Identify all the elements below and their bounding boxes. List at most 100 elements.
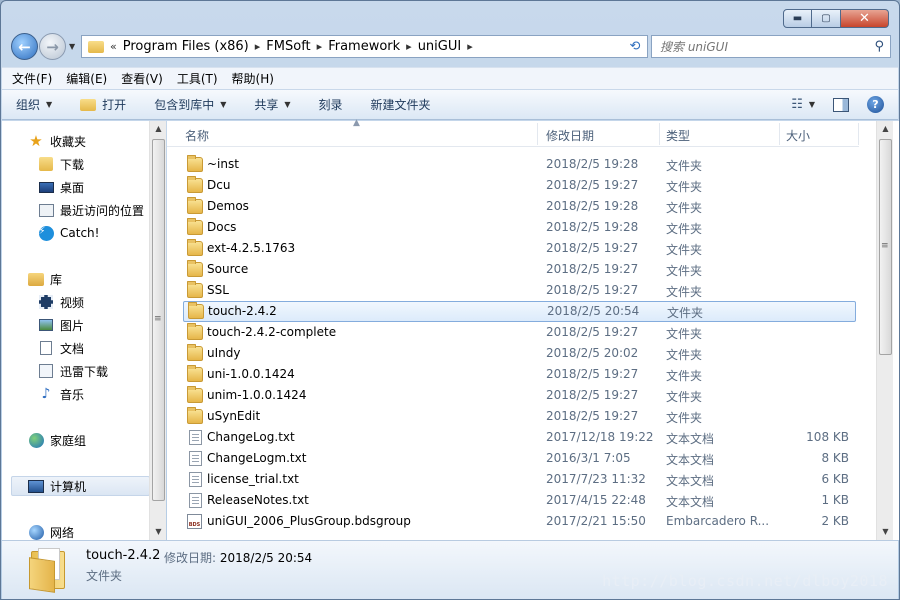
table-row[interactable]: Source 2018/2/5 19:27 文件夹 bbox=[167, 259, 867, 280]
minimize-button[interactable]: ▬ bbox=[783, 9, 812, 28]
table-row[interactable]: ChangeLogm.txt 2016/3/1 7:05 文本文档 8 KB bbox=[167, 448, 867, 469]
close-button[interactable]: ✕ bbox=[841, 9, 889, 28]
scroll-up-icon[interactable]: ▲ bbox=[877, 121, 894, 137]
nav-thunder-downloads[interactable]: 迅雷下载 bbox=[38, 361, 108, 381]
help-icon[interactable]: ? bbox=[867, 96, 884, 113]
table-row[interactable]: uni-1.0.0.1424 2018/2/5 19:27 文件夹 bbox=[167, 364, 867, 385]
scroll-down-icon[interactable]: ▼ bbox=[877, 524, 894, 540]
column-divider[interactable] bbox=[779, 123, 780, 145]
refresh-button[interactable]: ⟲ bbox=[623, 35, 648, 58]
column-date[interactable]: 修改日期 bbox=[546, 127, 594, 144]
folder-icon bbox=[187, 197, 203, 214]
open-label: 打开 bbox=[102, 98, 127, 112]
nav-pictures[interactable]: 图片 bbox=[38, 315, 84, 335]
burn-button[interactable]: 刻录 bbox=[319, 96, 343, 113]
recent-pages-dropdown[interactable]: ▼ bbox=[69, 42, 75, 51]
nav-videos[interactable]: 视频 bbox=[38, 292, 84, 312]
table-row[interactable]: SSL 2018/2/5 19:27 文件夹 bbox=[167, 280, 867, 301]
breadcrumb-framework[interactable]: Framework bbox=[328, 39, 400, 54]
file-name: uSynEdit bbox=[207, 409, 261, 423]
breadcrumb-separator[interactable]: ▸ bbox=[467, 40, 473, 53]
table-row[interactable]: Demos 2018/2/5 19:28 文件夹 bbox=[167, 196, 867, 217]
file-name: SSL bbox=[207, 283, 229, 297]
search-box[interactable]: ⚲ bbox=[651, 35, 891, 58]
table-row[interactable]: unim-1.0.0.1424 2018/2/5 19:27 文件夹 bbox=[167, 385, 867, 406]
column-size[interactable]: 大小 bbox=[786, 127, 810, 144]
menu-bar: 文件(F) 编辑(E) 查看(V) 工具(T) 帮助(H) bbox=[2, 67, 898, 89]
nav-downloads[interactable]: 下载 bbox=[38, 154, 84, 174]
table-row[interactable]: uIndy 2018/2/5 20:02 文件夹 bbox=[167, 343, 867, 364]
forward-button[interactable]: → bbox=[39, 33, 66, 60]
search-input[interactable] bbox=[652, 36, 862, 57]
table-row[interactable]: uSynEdit 2018/2/5 19:27 文件夹 bbox=[167, 406, 867, 427]
table-row[interactable]: Docs 2018/2/5 19:28 文件夹 bbox=[167, 217, 867, 238]
table-row[interactable]: Dcu 2018/2/5 19:27 文件夹 bbox=[167, 175, 867, 196]
nav-pane-scrollbar[interactable]: ▲ ≡ ▼ bbox=[149, 121, 166, 540]
view-options-icon[interactable]: ☷ bbox=[791, 97, 803, 112]
breadcrumb-separator[interactable]: ▸ bbox=[317, 40, 323, 53]
open-button[interactable]: 打开 bbox=[80, 96, 126, 113]
nav-thunder-label: 迅雷下载 bbox=[60, 364, 109, 379]
table-row[interactable]: license_trial.txt 2017/7/23 11:32 文本文档 6 KB bbox=[167, 469, 867, 490]
nav-recent-places[interactable]: 最近访问的位置 bbox=[38, 200, 144, 220]
nav-network[interactable]: 网络 bbox=[28, 522, 74, 542]
include-library-button[interactable]: 包含到库中 ▼ bbox=[154, 96, 226, 113]
breadcrumb-fmsoft[interactable]: FMSoft bbox=[266, 39, 310, 54]
nav-desktop[interactable]: 桌面 bbox=[38, 177, 84, 197]
chevron-down-icon: ▼ bbox=[284, 100, 291, 109]
view-dropdown-icon[interactable]: ▼ bbox=[809, 100, 815, 109]
table-row[interactable]: touch-2.4.2 2018/2/5 20:54 文件夹 bbox=[183, 301, 856, 322]
text-file-icon bbox=[189, 430, 202, 445]
thunder-downloads-icon bbox=[38, 363, 54, 379]
table-row[interactable]: ChangeLog.txt 2017/12/18 19:22 文本文档 108 KB bbox=[167, 427, 867, 448]
table-row[interactable]: ~inst 2018/2/5 19:28 文件夹 bbox=[167, 154, 867, 175]
menu-tools[interactable]: 工具(T) bbox=[177, 70, 218, 87]
file-size: 2 KB bbox=[821, 514, 849, 528]
address-bar[interactable]: « Program Files (x86) ▸ FMSoft ▸ Framewo… bbox=[81, 35, 647, 58]
nav-libraries[interactable]: 库 bbox=[28, 269, 62, 289]
file-name: touch-2.4.2-complete bbox=[207, 325, 337, 339]
preview-pane-icon[interactable] bbox=[833, 97, 849, 112]
nav-computer[interactable]: 计算机 bbox=[11, 476, 150, 496]
scroll-up-icon[interactable]: ▲ bbox=[150, 121, 167, 137]
file-date: 2018/2/5 19:27 bbox=[546, 409, 639, 423]
table-row[interactable]: BDS uniGUI_2006_PlusGroup.bdsgroup 2017/2/… bbox=[167, 511, 867, 532]
nav-documents[interactable]: 文档 bbox=[38, 338, 84, 358]
scroll-down-icon[interactable]: ▼ bbox=[150, 524, 167, 540]
breadcrumb-unigui[interactable]: uniGUI bbox=[418, 39, 462, 54]
file-name: ext-4.2.5.1763 bbox=[207, 241, 296, 255]
explorer-window: ▬ ▢ ✕ ← → ▼ « Program Files (x86) ▸ FMSo… bbox=[0, 0, 900, 600]
column-divider[interactable] bbox=[537, 123, 538, 145]
file-size: 6 KB bbox=[821, 472, 849, 486]
nav-catch[interactable]: ⚡ Catch! bbox=[38, 223, 99, 243]
share-button[interactable]: 共享 ▼ bbox=[254, 96, 290, 113]
column-name[interactable]: 名称 bbox=[185, 127, 209, 144]
organize-button[interactable]: 组织 ▼ bbox=[16, 96, 52, 113]
table-row[interactable]: touch-2.4.2-complete 2018/2/5 19:27 文件夹 bbox=[167, 322, 867, 343]
nav-music[interactable]: ♪ 音乐 bbox=[38, 384, 84, 404]
back-button[interactable]: ← bbox=[11, 33, 38, 60]
menu-edit[interactable]: 编辑(E) bbox=[66, 70, 107, 87]
column-divider[interactable] bbox=[659, 123, 660, 145]
table-row[interactable]: ReleaseNotes.txt 2017/4/15 22:48 文本文档 1 KB bbox=[167, 490, 867, 511]
breadcrumb-separator[interactable]: ▸ bbox=[406, 40, 412, 53]
column-type[interactable]: 类型 bbox=[666, 127, 690, 144]
new-folder-button[interactable]: 新建文件夹 bbox=[371, 96, 431, 113]
file-date: 2017/7/23 11:32 bbox=[546, 472, 646, 486]
nav-homegroup[interactable]: 家庭组 bbox=[28, 430, 86, 450]
file-date: 2018/2/5 19:27 bbox=[546, 283, 639, 297]
file-date: 2018/2/5 19:28 bbox=[546, 220, 639, 234]
desktop-icon bbox=[38, 179, 54, 195]
search-icon[interactable]: ⚲ bbox=[874, 39, 884, 54]
breadcrumb-separator[interactable]: ▸ bbox=[255, 40, 261, 53]
maximize-button[interactable]: ▢ bbox=[812, 9, 841, 28]
breadcrumb-overflow[interactable]: « bbox=[110, 40, 117, 53]
nav-favorites[interactable]: ★ 收藏夹 bbox=[28, 131, 86, 151]
breadcrumb-program-files[interactable]: Program Files (x86) bbox=[123, 39, 249, 54]
table-row[interactable]: ext-4.2.5.1763 2018/2/5 19:27 文件夹 bbox=[167, 238, 867, 259]
column-divider[interactable] bbox=[858, 123, 859, 145]
menu-view[interactable]: 查看(V) bbox=[121, 70, 163, 87]
menu-file[interactable]: 文件(F) bbox=[12, 70, 52, 87]
menu-help[interactable]: 帮助(H) bbox=[232, 70, 274, 87]
file-list-scrollbar[interactable]: ▲ ≡ ▼ bbox=[876, 121, 893, 540]
